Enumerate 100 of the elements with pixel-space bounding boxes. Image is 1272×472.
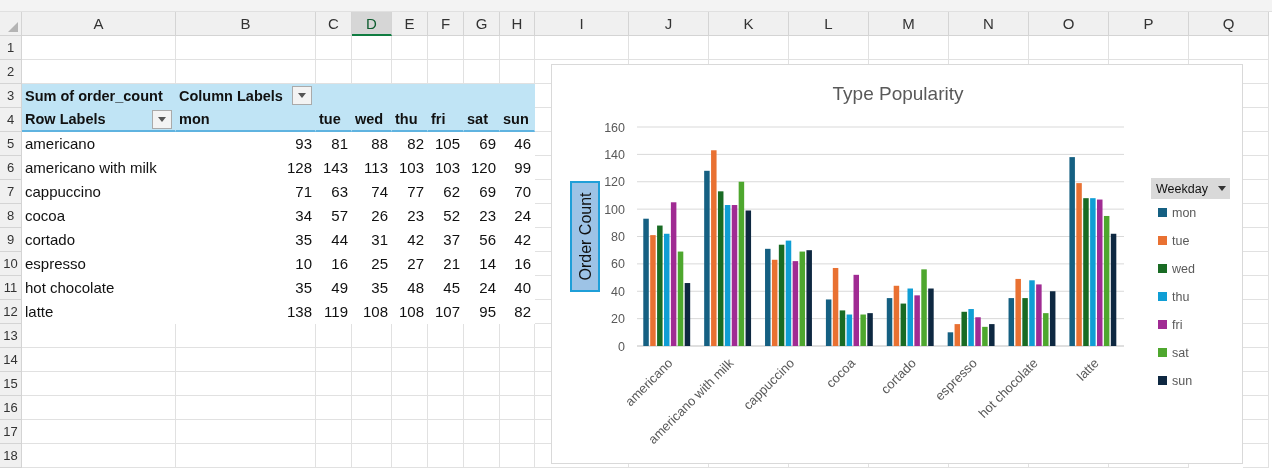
spreadsheet-cell[interactable] xyxy=(500,372,535,396)
row-header[interactable]: 6 xyxy=(0,156,22,180)
spreadsheet-cell[interactable] xyxy=(316,36,352,60)
row-header[interactable]: 11 xyxy=(0,276,22,300)
column-header[interactable]: C xyxy=(316,12,352,36)
spreadsheet-cell[interactable] xyxy=(392,348,428,372)
row-header[interactable]: 4 xyxy=(0,108,22,132)
spreadsheet-cell[interactable] xyxy=(1109,36,1189,60)
spreadsheet-cell[interactable] xyxy=(22,372,176,396)
select-all-button[interactable] xyxy=(0,12,22,36)
spreadsheet-cell[interactable] xyxy=(176,420,316,444)
column-header[interactable]: E xyxy=(392,12,428,36)
spreadsheet-cell[interactable] xyxy=(392,372,428,396)
spreadsheet-cell[interactable] xyxy=(500,324,535,348)
spreadsheet-cell[interactable] xyxy=(176,372,316,396)
row-header[interactable]: 3 xyxy=(0,84,22,108)
spreadsheet-cell[interactable] xyxy=(22,324,176,348)
column-header[interactable]: Q xyxy=(1189,12,1269,36)
column-header[interactable]: L xyxy=(789,12,869,36)
filter-dropdown-button[interactable] xyxy=(152,109,172,129)
spreadsheet-cell[interactable] xyxy=(316,324,352,348)
spreadsheet-cell[interactable] xyxy=(428,372,464,396)
row-header[interactable]: 2 xyxy=(0,60,22,84)
spreadsheet-cell[interactable] xyxy=(709,36,789,60)
spreadsheet-cell[interactable] xyxy=(352,372,392,396)
spreadsheet-cell[interactable] xyxy=(392,444,428,468)
spreadsheet-cell[interactable] xyxy=(392,36,428,60)
row-header[interactable]: 15 xyxy=(0,372,22,396)
spreadsheet-cell[interactable] xyxy=(535,36,629,60)
spreadsheet-cell[interactable] xyxy=(428,324,464,348)
select-all-icon[interactable] xyxy=(8,22,18,32)
spreadsheet-cell[interactable] xyxy=(464,444,500,468)
spreadsheet-cell[interactable] xyxy=(869,36,949,60)
spreadsheet-cell[interactable] xyxy=(352,324,392,348)
row-header[interactable]: 12 xyxy=(0,300,22,324)
spreadsheet-cell[interactable] xyxy=(949,36,1029,60)
spreadsheet-cell[interactable] xyxy=(464,420,500,444)
spreadsheet-cell[interactable] xyxy=(316,420,352,444)
column-header[interactable]: F xyxy=(428,12,464,36)
spreadsheet-cell[interactable] xyxy=(428,348,464,372)
spreadsheet-cell[interactable] xyxy=(176,36,316,60)
legend-filter-button[interactable]: Weekday xyxy=(1151,178,1230,199)
spreadsheet-cell[interactable] xyxy=(629,36,709,60)
row-header[interactable]: 16 xyxy=(0,396,22,420)
column-header[interactable]: G xyxy=(464,12,500,36)
spreadsheet-cell[interactable] xyxy=(352,420,392,444)
row-header[interactable]: 7 xyxy=(0,180,22,204)
spreadsheet-cell[interactable] xyxy=(500,396,535,420)
spreadsheet-cell[interactable] xyxy=(500,420,535,444)
row-header[interactable]: 9 xyxy=(0,228,22,252)
spreadsheet-cell[interactable] xyxy=(176,324,316,348)
spreadsheet-cell[interactable] xyxy=(176,396,316,420)
spreadsheet-cell[interactable] xyxy=(316,396,352,420)
spreadsheet-cell[interactable] xyxy=(22,444,176,468)
row-header[interactable]: 18 xyxy=(0,444,22,468)
spreadsheet-cell[interactable] xyxy=(464,324,500,348)
column-header[interactable]: N xyxy=(949,12,1029,36)
row-header[interactable]: 8 xyxy=(0,204,22,228)
spreadsheet-cell[interactable] xyxy=(464,372,500,396)
column-header[interactable]: H xyxy=(500,12,535,36)
spreadsheet-cell[interactable] xyxy=(392,324,428,348)
column-header[interactable]: D xyxy=(352,12,392,36)
spreadsheet-cell[interactable] xyxy=(22,420,176,444)
column-header[interactable]: I xyxy=(535,12,629,36)
spreadsheet-cell[interactable] xyxy=(428,420,464,444)
spreadsheet-cell[interactable] xyxy=(316,372,352,396)
column-header[interactable]: B xyxy=(176,12,316,36)
spreadsheet-cell[interactable] xyxy=(1029,36,1109,60)
spreadsheet-cell[interactable] xyxy=(352,36,392,60)
row-header[interactable]: 14 xyxy=(0,348,22,372)
spreadsheet-cell[interactable] xyxy=(316,444,352,468)
column-header[interactable]: K xyxy=(709,12,789,36)
row-header[interactable]: 13 xyxy=(0,324,22,348)
column-header[interactable]: O xyxy=(1029,12,1109,36)
column-header[interactable]: M xyxy=(869,12,949,36)
row-header[interactable]: 17 xyxy=(0,420,22,444)
spreadsheet-cell[interactable] xyxy=(428,444,464,468)
spreadsheet-cell[interactable] xyxy=(789,36,869,60)
spreadsheet-cell[interactable] xyxy=(316,348,352,372)
filter-dropdown-button[interactable] xyxy=(292,86,312,105)
spreadsheet-cell[interactable] xyxy=(464,348,500,372)
spreadsheet-cell[interactable] xyxy=(464,36,500,60)
spreadsheet-cell[interactable] xyxy=(428,36,464,60)
spreadsheet-cell[interactable] xyxy=(22,36,176,60)
spreadsheet-cell[interactable] xyxy=(352,396,392,420)
row-header[interactable]: 10 xyxy=(0,252,22,276)
axis-title[interactable]: Order Count xyxy=(570,181,600,292)
row-header[interactable]: 5 xyxy=(0,132,22,156)
spreadsheet-cell[interactable] xyxy=(500,348,535,372)
spreadsheet-cell[interactable] xyxy=(392,420,428,444)
spreadsheet-cell[interactable] xyxy=(176,444,316,468)
spreadsheet-cell[interactable] xyxy=(464,396,500,420)
spreadsheet-cell[interactable] xyxy=(428,396,464,420)
column-header[interactable]: A xyxy=(22,12,176,36)
spreadsheet-cell[interactable] xyxy=(500,36,535,60)
spreadsheet-cell[interactable] xyxy=(1189,36,1269,60)
column-header[interactable]: J xyxy=(629,12,709,36)
spreadsheet-cell[interactable] xyxy=(392,396,428,420)
spreadsheet-cell[interactable] xyxy=(22,348,176,372)
column-header[interactable]: P xyxy=(1109,12,1189,36)
